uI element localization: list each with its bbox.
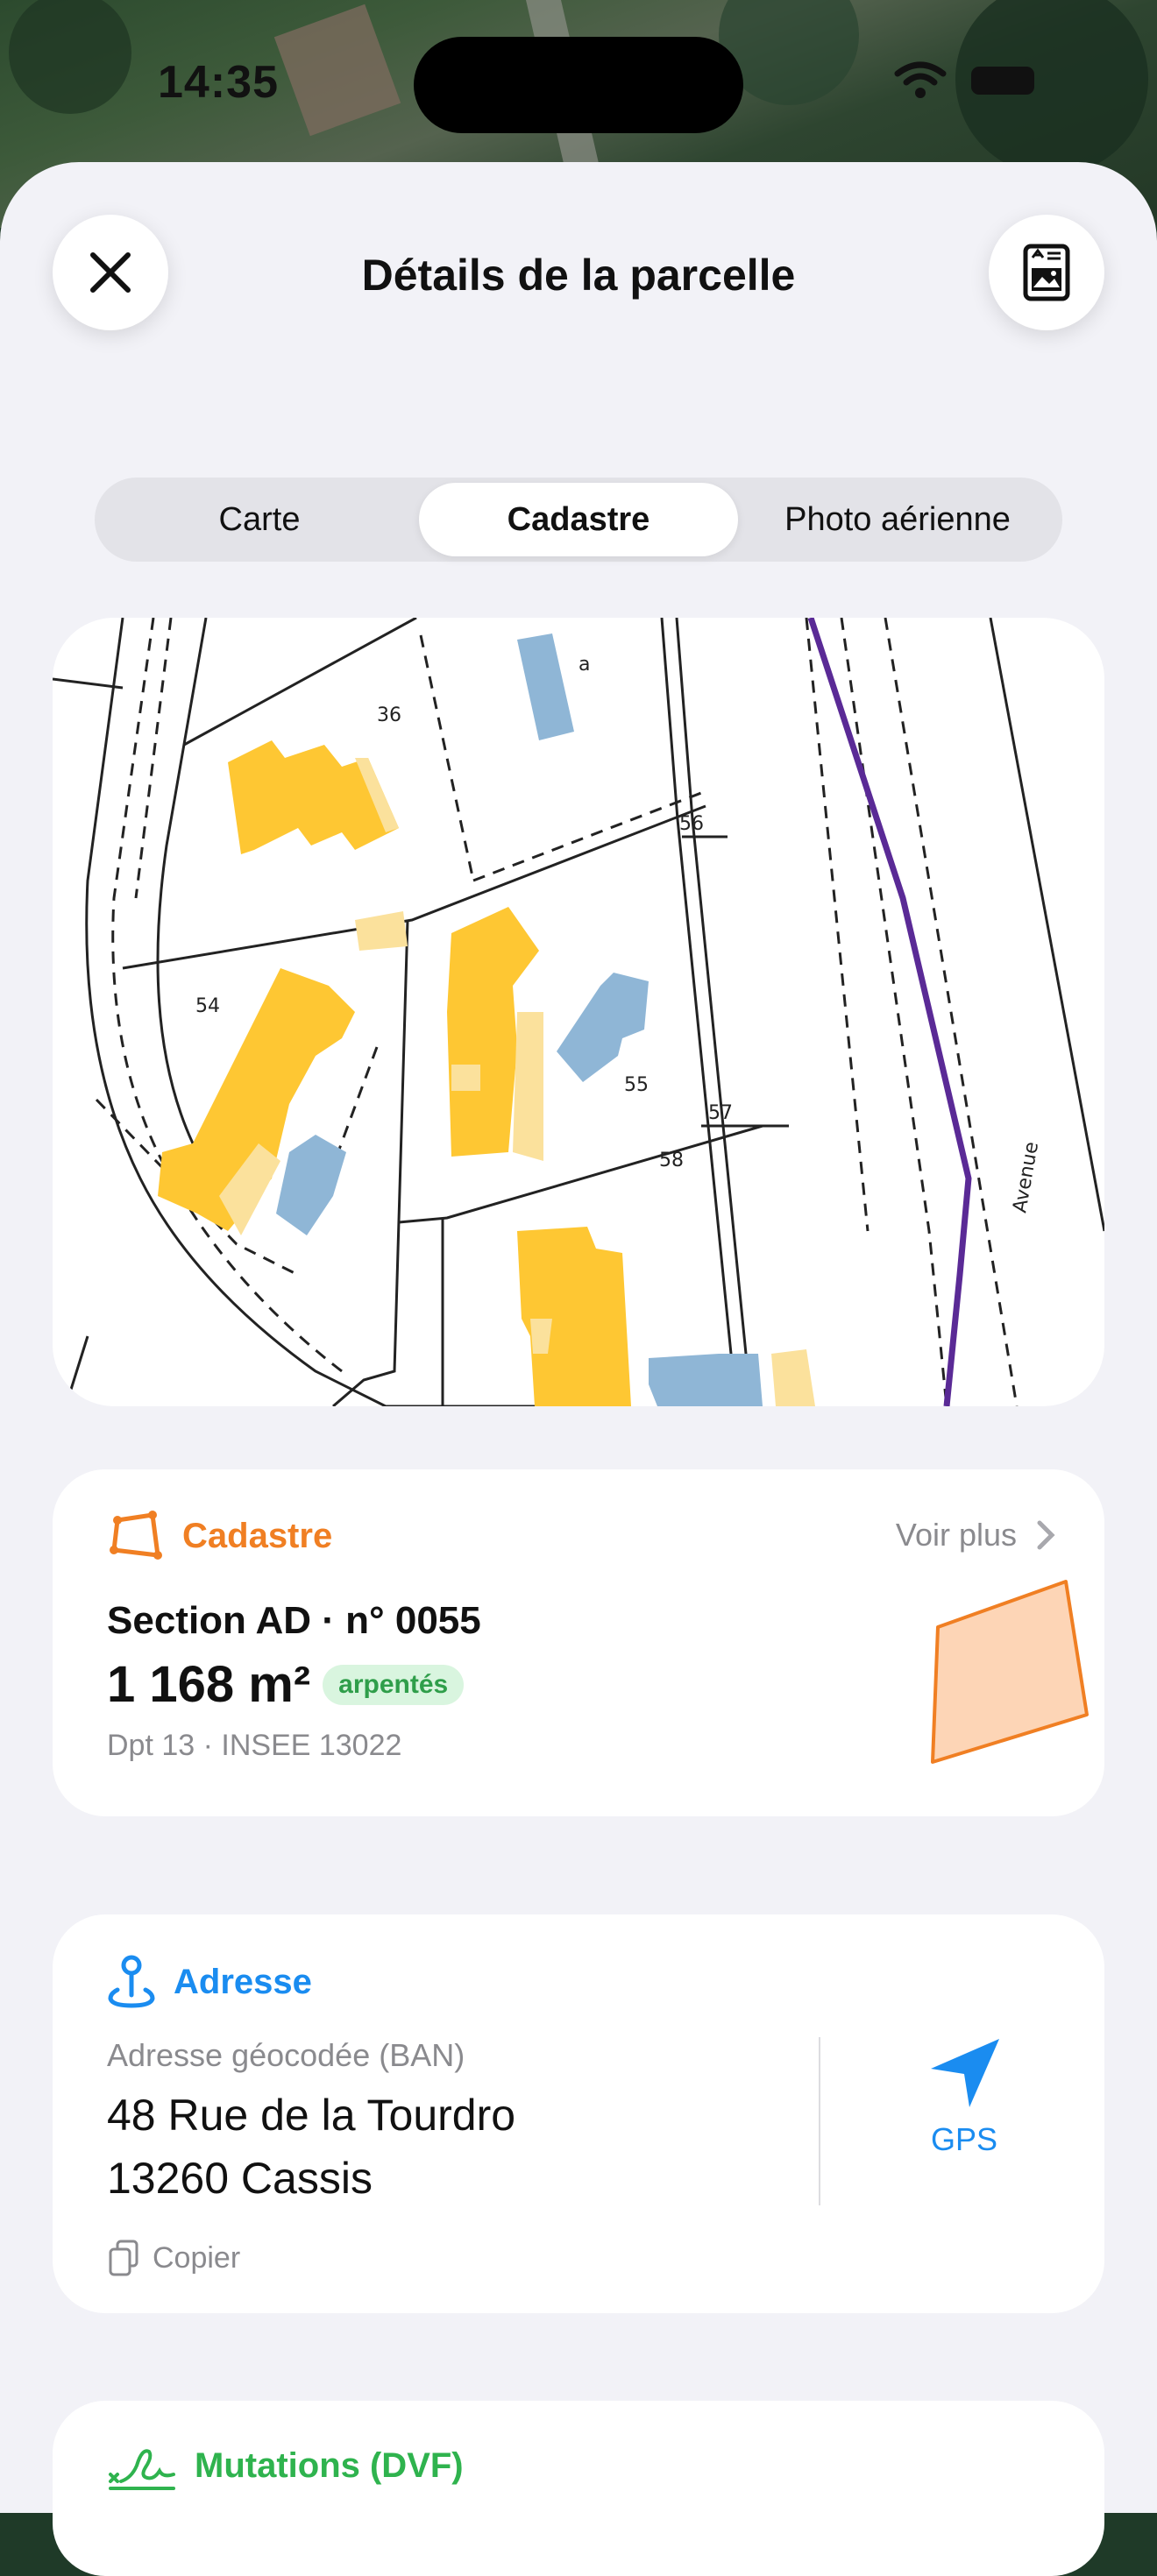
tab-cadastre[interactable]: Cadastre — [419, 483, 738, 556]
document-button[interactable] — [989, 215, 1104, 330]
gps-label: GPS — [930, 2121, 998, 2157]
view-segmented-control: Carte Cadastre Photo aérienne — [95, 478, 1062, 562]
address-source-label: Adresse géocodée (BAN) — [107, 2037, 465, 2073]
address-card: Adresse Adresse géocodée (BAN) 48 Rue de… — [53, 1914, 1104, 2313]
parcel-number-58: 58 — [659, 1150, 684, 1171]
map-label-a: a — [578, 654, 590, 676]
signature-icon — [109, 2449, 175, 2490]
tab-carte[interactable]: Carte — [100, 483, 419, 556]
see-more-label: Voir plus — [895, 1517, 1017, 1553]
see-more-link[interactable]: Voir plus — [896, 1517, 1055, 1553]
street-label: Avenue — [1009, 1140, 1043, 1214]
navigation-arrow-icon — [931, 2039, 999, 2107]
gps-button[interactable]: GPS — [877, 2034, 1052, 2158]
copy-icon — [109, 2240, 138, 2276]
parcel-number-54: 54 — [195, 995, 220, 1017]
address-heading: Adresse — [174, 1962, 312, 2001]
parcel-area: 1 168 m² — [107, 1656, 311, 1713]
wifi-icon — [894, 61, 947, 98]
cadastre-card[interactable]: Cadastre Voir plus Section AD · n° 0055 … — [53, 1469, 1104, 1816]
parcel-meta: Dpt 13 · INSEE 13022 — [107, 1729, 402, 1762]
tab-photo-aerienne[interactable]: Photo aérienne — [738, 483, 1057, 556]
address-line-2: 13260 Cassis — [107, 2154, 373, 2203]
mutations-card[interactable]: Mutations (DVF) — [53, 2401, 1104, 2576]
parcel-number-56: 56 — [679, 813, 704, 835]
parcel-shape-thumbnail — [931, 1580, 1089, 1764]
cadastre-heading: Cadastre — [182, 1516, 333, 1555]
chevron-right-icon — [1037, 1520, 1055, 1550]
polygon-icon — [110, 1511, 162, 1560]
address-line-1: 48 Rue de la Tourdro — [107, 2091, 516, 2140]
mutations-heading: Mutations (DVF) — [195, 2445, 464, 2485]
parcel-number-57: 57 — [708, 1102, 733, 1124]
parcel-number-55: 55 — [624, 1074, 649, 1096]
location-pin-icon — [108, 1955, 155, 2008]
cadastre-map[interactable]: 36 54 55 56 57 58 a Avenue — [53, 618, 1104, 1406]
area-status-badge: arpentés — [323, 1664, 465, 1705]
status-time: 14:35 — [158, 57, 279, 108]
parcel-section: Section AD · n° 0055 — [107, 1599, 481, 1642]
parcel-number-36: 36 — [377, 704, 401, 726]
dynamic-island — [414, 37, 743, 133]
page-title: Détails de la parcelle — [361, 251, 796, 300]
status-bar: 14:35 — [0, 0, 1157, 158]
copy-address-button[interactable]: Copier — [107, 2239, 240, 2277]
document-icon — [1023, 244, 1070, 301]
battery-icon — [971, 67, 1034, 95]
copy-label: Copier — [153, 2240, 241, 2275]
parcel-details-sheet: Détails de la parcelle Carte Cadastre Ph… — [0, 162, 1157, 2576]
divider — [819, 2037, 820, 2205]
